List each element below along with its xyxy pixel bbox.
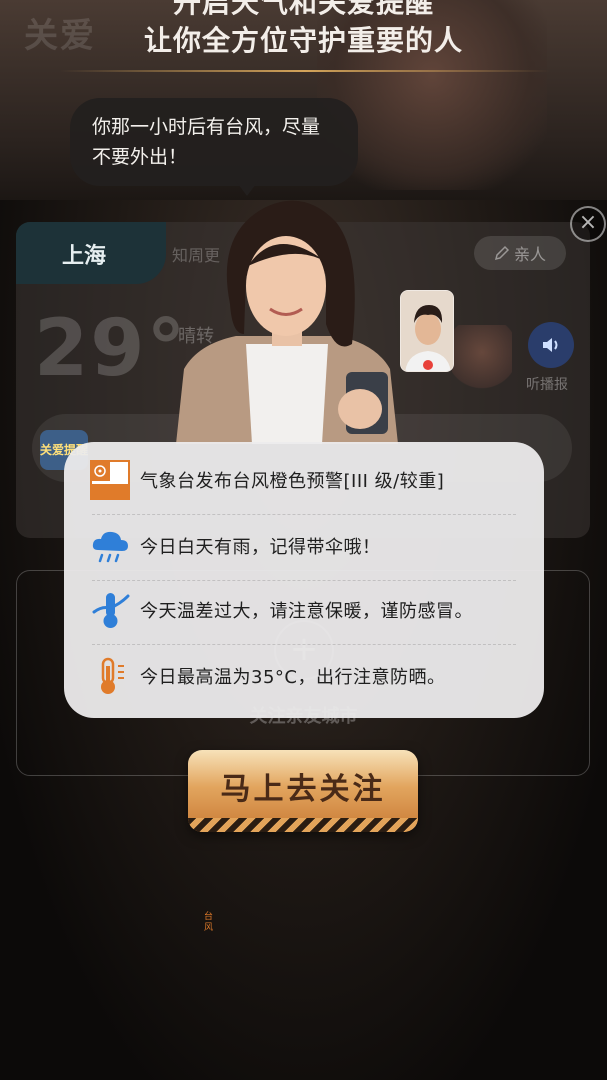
- tip-temperature-diff: 今天温差过大，请注意保暖，谨防感冒。: [90, 582, 530, 638]
- city-tab[interactable]: 上海: [16, 222, 166, 284]
- tip-high-temp: 今日最高温为35°C，出行注意防晒。: [90, 648, 530, 704]
- tip-divider: [92, 580, 516, 581]
- family-button-label: 亲人: [513, 245, 546, 264]
- tip-text: 今天温差过大，请注意保暖，谨防感冒。: [140, 601, 473, 622]
- tip-divider: [92, 644, 516, 645]
- typhoon-warning-icon: 台风: [90, 460, 213, 933]
- headline-line1: 开启天气和关爱提醒: [172, 0, 434, 19]
- tip-rain: 今日白天有雨，记得带伞哦！: [90, 518, 530, 574]
- woman-illustration: [176, 200, 398, 444]
- family-illustration: [452, 325, 512, 393]
- speaker-button[interactable]: [528, 322, 574, 368]
- speaker-icon: [543, 338, 558, 352]
- close-icon: ×: [578, 210, 598, 235]
- tip-text: 气象台发布台风橙色预警[III 级/较重]: [140, 471, 445, 492]
- man-avatar: [401, 291, 453, 371]
- temperature: 29°: [34, 304, 188, 394]
- cold-thermometer-icon: [90, 590, 130, 630]
- button-stripes: [188, 818, 418, 832]
- tip-text: 今日最高温为35°C，出行注意防晒。: [140, 667, 446, 688]
- follow-now-label: 马上去关注: [220, 772, 386, 807]
- speech-bubble-tail: [235, 180, 259, 196]
- edit-icon: [494, 245, 510, 261]
- rain-cloud-icon: [90, 526, 130, 566]
- follow-now-button[interactable]: 马上去关注: [188, 750, 418, 832]
- video-call-thumbnail[interactable]: [400, 290, 454, 372]
- family-button[interactable]: 亲人: [474, 236, 566, 270]
- typhoon-icon-text: 台风: [204, 912, 214, 933]
- speech-bubble: 你那一小时后有台风，尽量不要外出！: [70, 98, 358, 186]
- tip-text: 今日白天有雨，记得带伞哦！: [140, 537, 381, 558]
- headline: 开启天气和关爱提醒 让你全方位守护重要的人: [0, 0, 607, 60]
- close-button[interactable]: ×: [570, 206, 606, 242]
- headline-divider: [60, 70, 550, 72]
- tip-typhoon: 台风 气象台发布台风橙色预警[III 级/较重]: [90, 452, 530, 933]
- headline-line2: 让你全方位守护重要的人: [143, 24, 463, 57]
- listen-label: 听播报: [526, 377, 568, 393]
- tip-divider: [92, 514, 516, 515]
- hot-thermometer-icon: [90, 656, 130, 696]
